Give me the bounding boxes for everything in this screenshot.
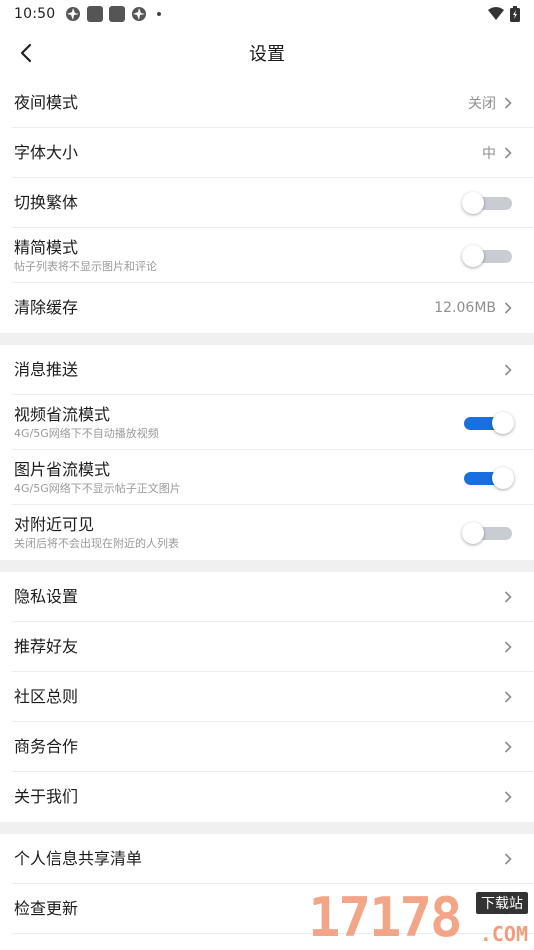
settings-row-traditional: 切换繁体 [0, 178, 534, 228]
header: 设置 [0, 28, 534, 78]
settings-row-recommend-friends[interactable]: 推荐好友 [0, 622, 534, 672]
settings-row-image-saver: 图片省流模式 4G/5G网络下不显示帖子正文图片 [0, 450, 534, 505]
row-label: 切换繁体 [14, 193, 79, 212]
settings-row-nearby-visible: 对附近可见 关闭后将不会出现在附近的人列表 [0, 505, 534, 560]
wifi-icon [488, 7, 504, 20]
row-label: 图片省流模式 [14, 459, 111, 479]
chevron-right-icon [504, 96, 514, 110]
row-label: 商务合作 [14, 737, 79, 756]
page-title: 设置 [249, 44, 285, 65]
nearby-visible-toggle[interactable] [462, 521, 514, 545]
status-bar: 10:50 [0, 0, 534, 28]
aperture-icon [132, 7, 147, 21]
image-saver-toggle[interactable] [462, 466, 514, 490]
section-divider [0, 560, 534, 572]
row-description: 帖子列表将不显示图片和评论 [14, 259, 157, 273]
settings-row-privacy[interactable]: 隐私设置 [0, 572, 534, 622]
row-label: 个人信息共享清单 [14, 849, 143, 868]
row-label: 关于我们 [14, 787, 79, 806]
settings-row-lite-mode: 精简模式 帖子列表将不显示图片和评论 [0, 228, 534, 283]
chevron-right-icon [504, 740, 514, 754]
settings-row-community-rules[interactable]: 社区总则 [0, 672, 534, 722]
row-label: 对附近可见 [14, 514, 95, 534]
row-label: 消息推送 [14, 360, 79, 379]
chevron-right-icon [504, 301, 514, 315]
row-label: 推荐好友 [14, 637, 79, 656]
chevron-right-icon [504, 852, 514, 866]
app-notification-icon [109, 6, 126, 22]
video-saver-toggle[interactable] [462, 411, 514, 435]
chevron-right-icon [504, 690, 514, 704]
settings-row-info-share[interactable]: 个人信息共享清单 [0, 834, 534, 884]
row-label: 视频省流模式 [14, 404, 111, 424]
aperture-icon [66, 7, 81, 21]
section-divider [0, 822, 534, 834]
settings-list: 夜间模式 关闭 字体大小 中 切换繁体 精简模式 帖子列表将不显示图片和评论 清… [0, 78, 534, 934]
notification-icons [65, 6, 162, 22]
row-label: 精简模式 [14, 237, 79, 257]
row-label: 检查更新 [14, 899, 79, 918]
lite-mode-toggle[interactable] [462, 244, 514, 268]
row-label: 隐私设置 [14, 587, 79, 606]
settings-row-check-update[interactable]: 检查更新 [0, 884, 534, 934]
chevron-right-icon [504, 363, 514, 377]
chevron-right-icon [504, 590, 514, 604]
chevron-right-icon [504, 790, 514, 804]
row-description: 4G/5G网络下不自动播放视频 [14, 426, 159, 440]
settings-row-about[interactable]: 关于我们 [0, 772, 534, 822]
status-time: 10:50 [14, 6, 56, 22]
row-value: 12.06MB [434, 300, 496, 316]
row-label: 社区总则 [14, 687, 79, 706]
settings-row-push[interactable]: 消息推送 [0, 345, 534, 395]
battery-icon [510, 6, 520, 22]
row-label: 清除缓存 [14, 298, 79, 317]
chevron-right-icon [504, 902, 514, 916]
row-description: 4G/5G网络下不显示帖子正文图片 [14, 481, 181, 495]
row-description: 关闭后将不会出现在附近的人列表 [14, 536, 179, 550]
section-divider [0, 333, 534, 345]
chevron-right-icon [504, 146, 514, 160]
row-value: 关闭 [468, 96, 496, 112]
app-notification-icon [87, 6, 104, 22]
more-notifications-dot [157, 12, 162, 16]
row-value: 中 [482, 146, 496, 162]
settings-row-clear-cache[interactable]: 清除缓存 12.06MB [0, 283, 534, 333]
row-label: 夜间模式 [14, 93, 79, 112]
settings-row-night-mode[interactable]: 夜间模式 关闭 [0, 78, 534, 128]
row-label: 字体大小 [14, 143, 79, 162]
chevron-right-icon [504, 640, 514, 654]
traditional-toggle[interactable] [462, 191, 514, 215]
settings-row-font-size[interactable]: 字体大小 中 [0, 128, 534, 178]
settings-row-business[interactable]: 商务合作 [0, 722, 534, 772]
settings-row-video-saver: 视频省流模式 4G/5G网络下不自动播放视频 [0, 395, 534, 450]
